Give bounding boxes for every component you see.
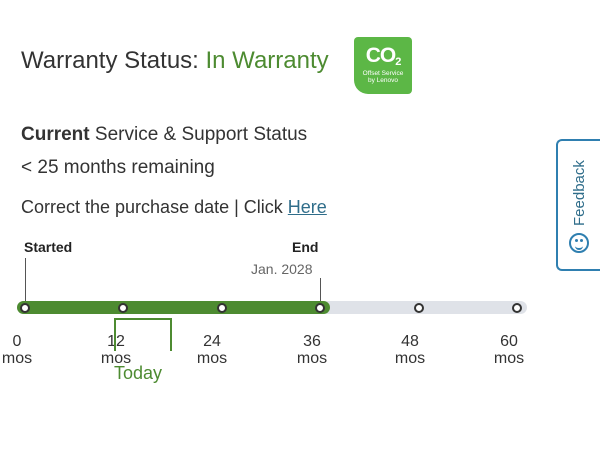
warranty-status-value: In Warranty (205, 47, 329, 74)
co2-offset-badge: CO2 Offset Service by Lenovo (354, 37, 412, 94)
feedback-label: Feedback (571, 160, 588, 226)
end-marker-line (320, 278, 321, 301)
correct-date-link[interactable]: Here (288, 197, 327, 217)
timeline-dot (414, 303, 424, 313)
timeline-tick-value: 24 (203, 333, 221, 350)
co2-badge-line2: by Lenovo (368, 77, 398, 84)
timeline-tick-value: 60 (500, 333, 518, 350)
timeline-tick-unit: mos (196, 350, 228, 367)
timeline-tick-unit: mos (296, 350, 328, 367)
timeline-tick-unit: mos (493, 350, 525, 367)
today-bracket (114, 318, 172, 351)
started-marker-line (25, 258, 26, 301)
timeline-dot (20, 303, 30, 313)
timeline-dot (512, 303, 522, 313)
timeline-tick-unit: mos (394, 350, 426, 367)
timeline-dot (315, 303, 325, 313)
title-prefix: Warranty Status: (21, 47, 206, 74)
feedback-tab[interactable]: Feedback (556, 139, 600, 271)
timeline-tick-value: 0 (12, 333, 22, 350)
timeline-tick-unit: mos (1, 350, 33, 367)
correct-purchase-date: Correct the purchase date | Click Here (21, 197, 327, 218)
end-date: Jan. 2028 (251, 261, 313, 277)
smiley-icon (569, 233, 589, 253)
heading-bold: Current (21, 124, 90, 145)
timeline-dot (217, 303, 227, 313)
months-remaining: < 25 months remaining (21, 157, 215, 178)
heading-rest: Service & Support Status (89, 124, 308, 145)
warranty-status-title: Warranty Status: In Warranty (21, 47, 329, 75)
timeline-tick-value: 36 (303, 333, 321, 350)
timeline-tick-value: 48 (401, 333, 419, 350)
timeline-dot (118, 303, 128, 313)
started-label: Started (24, 239, 73, 255)
service-status-heading: Current Service & Support Status (21, 124, 307, 146)
correct-date-text: Correct the purchase date | Click (21, 197, 288, 217)
end-label: End (292, 239, 319, 255)
warranty-timeline-progress (17, 301, 330, 314)
today-label: Today (114, 363, 163, 383)
co2-badge-line1: Offset Service (362, 70, 404, 77)
co2-logo-text: CO2 (365, 44, 402, 69)
